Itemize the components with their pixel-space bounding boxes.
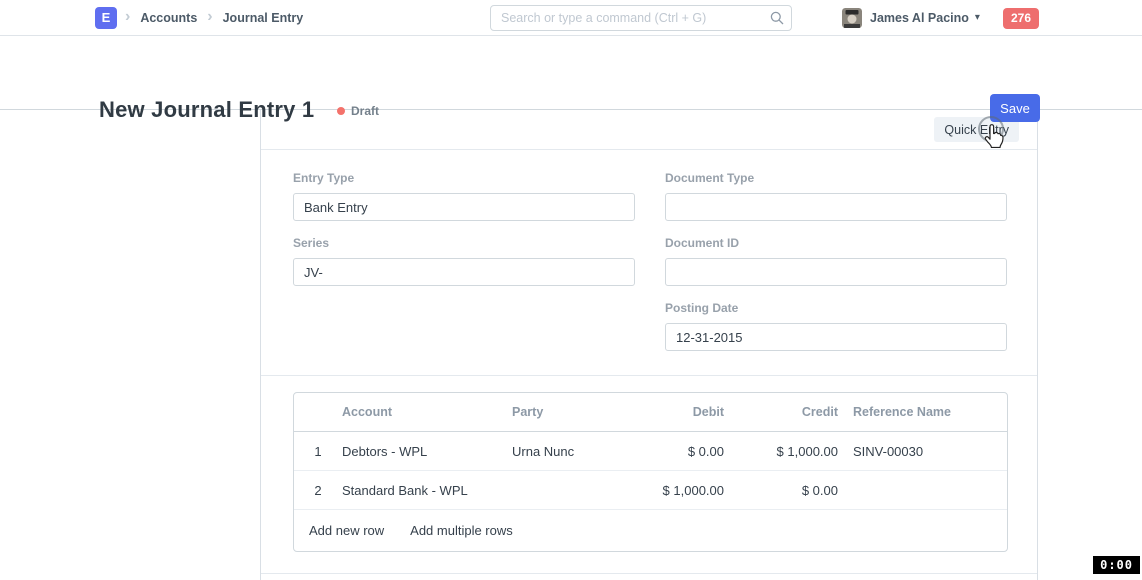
document-type-input[interactable]: [665, 193, 1007, 221]
cell-debit[interactable]: $ 1,000.00: [642, 483, 732, 498]
cell-account[interactable]: Standard Bank - WPL: [342, 483, 512, 498]
fields-column-left: Entry Type Series: [293, 171, 635, 351]
draft-dot-icon: [337, 107, 345, 115]
save-button[interactable]: Save: [990, 94, 1040, 122]
series-input[interactable]: [293, 258, 635, 286]
entry-type-input[interactable]: [293, 193, 635, 221]
status-indicator: Draft: [337, 104, 379, 118]
field-document-id: Document ID: [665, 236, 1007, 286]
field-series: Series: [293, 236, 635, 286]
form-layout: Quick Entry Entry Type Series Document T…: [260, 110, 1038, 580]
add-new-row-button[interactable]: Add new row: [309, 523, 384, 538]
breadcrumb-journal-entry[interactable]: Journal Entry: [223, 11, 304, 25]
document-id-label: Document ID: [665, 236, 1007, 250]
table-row[interactable]: 2 Standard Bank - WPL $ 1,000.00 $ 0.00: [294, 471, 1007, 510]
row-index: 2: [294, 483, 342, 498]
cell-party[interactable]: Urna Nunc: [512, 444, 642, 459]
search-input[interactable]: [490, 5, 792, 31]
cell-reference-name[interactable]: SINV-00030: [846, 444, 1007, 459]
section-divider: [261, 375, 1037, 376]
accounting-entries-grid: Account Party Debit Credit Reference Nam…: [293, 392, 1008, 552]
global-search: [490, 5, 792, 31]
breadcrumb-accounts[interactable]: Accounts: [140, 11, 197, 25]
grid-footer: Add new row Add multiple rows: [294, 510, 1007, 551]
page-head: New Journal Entry 1 Draft Save: [0, 36, 1142, 110]
page-title: New Journal Entry 1: [99, 97, 314, 123]
series-label: Series: [293, 236, 635, 250]
table-row[interactable]: 1 Debtors - WPL Urna Nunc $ 0.00 $ 1,000…: [294, 432, 1007, 471]
recording-timer: 0:00: [1093, 556, 1140, 574]
col-reference-name: Reference Name: [846, 405, 1007, 419]
cell-account[interactable]: Debtors - WPL: [342, 444, 512, 459]
navbar: E › Accounts › Journal Entry James Al Pa…: [0, 0, 1142, 36]
field-posting-date: Posting Date: [665, 301, 1007, 351]
document-id-input[interactable]: [665, 258, 1007, 286]
entry-type-label: Entry Type: [293, 171, 635, 185]
col-account: Account: [342, 405, 512, 419]
document-type-label: Document Type: [665, 171, 1007, 185]
cell-credit[interactable]: $ 1,000.00: [732, 444, 846, 459]
cell-debit[interactable]: $ 0.00: [642, 444, 732, 459]
col-party: Party: [512, 405, 642, 419]
search-icon: [770, 11, 784, 30]
chevron-down-icon: ▾: [975, 12, 980, 23]
fields-column-right: Document Type Document ID Posting Date: [665, 171, 1007, 351]
field-entry-type: Entry Type: [293, 171, 635, 221]
chevron-right-icon: ›: [125, 9, 130, 27]
app-logo[interactable]: E: [95, 7, 117, 29]
user-name: James Al Pacino: [870, 11, 969, 25]
avatar: [842, 8, 862, 28]
user-menu[interactable]: James Al Pacino ▾: [842, 0, 980, 35]
row-index: 1: [294, 444, 342, 459]
field-document-type: Document Type: [665, 171, 1007, 221]
col-credit: Credit: [732, 405, 846, 419]
fields-section: Entry Type Series Document Type Document…: [261, 150, 1037, 375]
posting-date-input[interactable]: [665, 323, 1007, 351]
add-multiple-rows-button[interactable]: Add multiple rows: [410, 523, 513, 538]
grid-header-row: Account Party Debit Credit Reference Nam…: [294, 393, 1007, 432]
col-debit: Debit: [642, 405, 732, 419]
cell-credit[interactable]: $ 0.00: [732, 483, 846, 498]
chevron-right-icon: ›: [207, 9, 212, 27]
posting-date-label: Posting Date: [665, 301, 1007, 315]
breadcrumb: › Accounts › Journal Entry: [125, 0, 303, 35]
section-divider: [261, 573, 1037, 574]
notification-badge[interactable]: 276: [1003, 8, 1039, 29]
status-label: Draft: [351, 104, 379, 118]
